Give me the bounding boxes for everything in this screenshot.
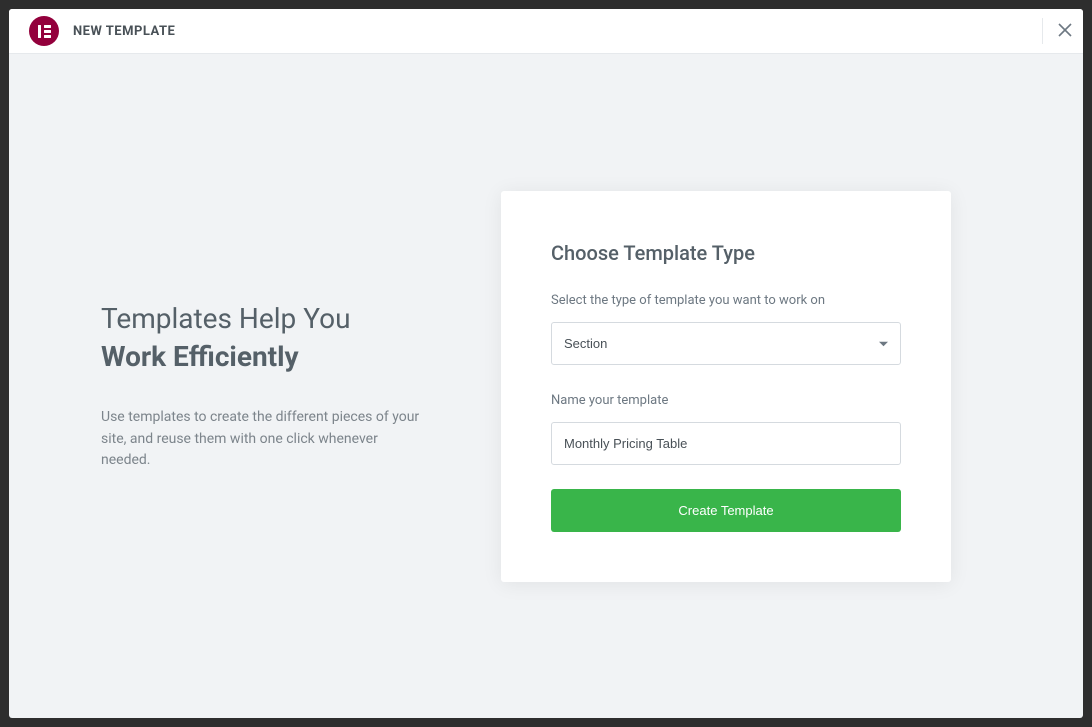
create-template-button[interactable]: Create Template [551,489,901,532]
template-form-card: Choose Template Type Select the type of … [501,191,951,582]
modal-title: NEW TEMPLATE [73,24,175,39]
modal-body: Templates Help You Work Efficiently Use … [9,54,1083,718]
intro-heading-line1: Templates Help You [101,302,351,335]
template-type-label: Select the type of template you want to … [551,293,901,308]
template-type-select-wrapper: Section [551,322,901,365]
new-template-modal: NEW TEMPLATE Templates Help You Work Eff… [9,9,1083,718]
close-button[interactable] [1042,18,1068,44]
intro-heading: Templates Help You Work Efficiently [101,300,421,377]
intro-section: Templates Help You Work Efficiently Use … [101,300,421,472]
modal-header: NEW TEMPLATE [9,9,1083,54]
intro-description: Use templates to create the different pi… [101,407,421,472]
template-name-label: Name your template [551,393,901,408]
template-type-select[interactable]: Section [551,322,901,365]
template-name-input[interactable] [551,422,901,465]
elementor-logo-icon [29,16,59,46]
close-icon [1058,22,1072,41]
form-title: Choose Template Type [551,241,901,265]
intro-heading-line2: Work Efficiently [101,340,299,373]
